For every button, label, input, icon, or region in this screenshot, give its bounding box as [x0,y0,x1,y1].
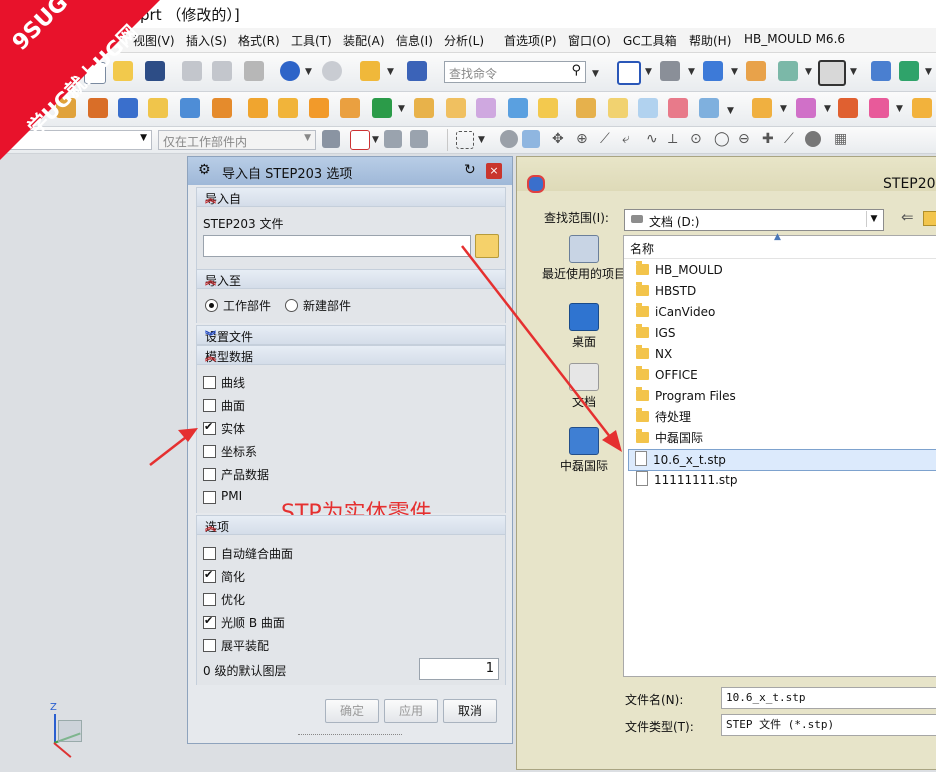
arrow-to-file [461,245,615,443]
z-axis-label: Z [50,702,57,713]
arrow-head-file [602,430,622,452]
x-axis-icon [53,742,72,758]
annotation-arrows [149,245,622,466]
z-axis-icon [54,714,56,742]
axis-triad: Z [44,702,94,762]
arrow-to-solids [149,433,191,466]
view-cube-icon [58,720,82,742]
